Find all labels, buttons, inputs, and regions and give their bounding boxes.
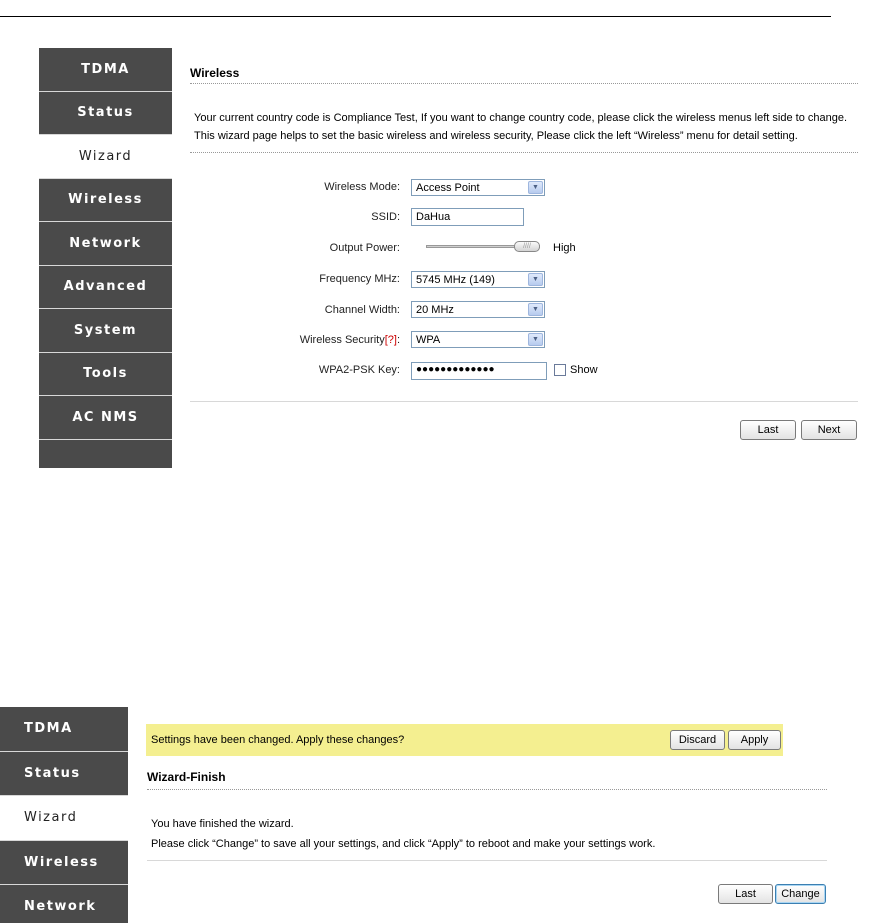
menu-item-wireless[interactable]: Wireless [0, 840, 128, 885]
last-button[interactable]: Last [740, 420, 796, 440]
wireless-security-select[interactable]: WPA ▼ [411, 331, 545, 348]
menu-item-tdma[interactable]: TDMA [0, 707, 128, 752]
menu-item-status[interactable]: Status [39, 91, 172, 135]
menu-item-label: Wizard [78, 148, 133, 164]
frequency-value: 5745 MHz (149) [416, 273, 495, 286]
apply-changes-text: Settings have been changed. Apply these … [151, 734, 405, 746]
wireless-security-label: Wireless Security[?]: [190, 334, 400, 346]
menu-item-label: Wireless [24, 854, 99, 870]
menu-item-label: Wizard [24, 810, 78, 826]
menu-item-status[interactable]: Status [0, 751, 128, 796]
channel-width-select[interactable]: 20 MHz ▼ [411, 301, 545, 318]
menu-item-label: TDMA [81, 61, 130, 77]
wireless-security-label-colon: : [396, 334, 400, 346]
menu-item-label: TDMA [24, 721, 73, 737]
menu-item-label: System [73, 322, 138, 338]
chevron-down-icon: ▼ [528, 273, 543, 286]
wireless-security-label-text: Wireless Security [299, 334, 385, 346]
wireless-mode-label: Wireless Mode: [324, 181, 400, 193]
finish-last-button[interactable]: Last [718, 884, 773, 904]
chevron-down-icon: ▼ [528, 181, 543, 194]
frequency-select[interactable]: 5745 MHz (149) ▼ [411, 271, 545, 288]
wireless-security-value: WPA [416, 333, 441, 346]
menu-item-label: Tools [83, 366, 128, 382]
channel-width-label: Channel Width: [324, 304, 400, 316]
menu-item-system[interactable]: System [39, 309, 172, 353]
wireless-security-help-link[interactable]: [?] [385, 334, 397, 346]
output-power-slider-thumb[interactable]: //// [514, 241, 540, 252]
output-power-label: Output Power: [329, 242, 400, 254]
finish-title: Wizard-Finish [147, 770, 226, 784]
menu-item-tools[interactable]: Tools [39, 352, 172, 396]
grip-icon: //// [523, 243, 531, 250]
menu-item-label: Network [69, 235, 142, 251]
menu-item-advanced[interactable]: Advanced [39, 265, 172, 309]
section-title: Wireless [190, 66, 240, 80]
finish-divider [147, 860, 827, 861]
menu-item-label: Network [24, 899, 97, 915]
finish-message: You have finished the wizard. [151, 818, 294, 830]
wireless-mode-select[interactable]: Access Point ▼ [411, 179, 545, 196]
wizard-help-info: This wizard page helps to set the basic … [194, 130, 798, 142]
menu-filler [39, 439, 172, 468]
chevron-down-icon: ▼ [528, 333, 543, 346]
next-button[interactable]: Next [801, 420, 857, 440]
menu-item-wizard[interactable]: Wizard [0, 796, 128, 841]
show-key-checkbox[interactable] [554, 364, 566, 376]
psk-key-input[interactable]: ●●●●●●●●●●●●● [411, 362, 547, 380]
title-divider [190, 83, 858, 84]
finish-title-divider [147, 789, 827, 790]
change-button[interactable]: Change [775, 884, 826, 904]
ssid-input[interactable] [411, 208, 524, 226]
discard-button[interactable]: Discard [670, 730, 725, 750]
output-power-value: High [553, 242, 576, 254]
ssid-label: SSID: [371, 211, 400, 223]
menu-item-label: Status [77, 105, 134, 121]
menu-item-wireless[interactable]: Wireless [39, 178, 172, 222]
finish-instructions: Please click “Change” to save all your s… [151, 838, 656, 850]
menu-item-label: AC NMS [72, 409, 139, 425]
menu-item-network[interactable]: Network [0, 885, 128, 923]
menu-item-label: Status [24, 765, 81, 781]
page-top-rule [0, 16, 831, 17]
channel-width-value: 20 MHz [416, 303, 454, 316]
frequency-label: Frequency MHz: [319, 273, 400, 285]
menu-item-label: Wireless [68, 192, 143, 208]
menu-item-ac-nms[interactable]: AC NMS [39, 396, 172, 440]
apply-button[interactable]: Apply [728, 730, 781, 750]
show-key-label: Show [570, 364, 598, 376]
psk-key-label: WPA2-PSK Key: [318, 364, 400, 376]
info-divider [190, 152, 858, 153]
wireless-mode-value: Access Point [416, 181, 480, 194]
menu-item-wizard[interactable]: Wizard [39, 135, 172, 179]
sidebar-menu: TDMA Status Wizard Wireless Network Adva… [39, 48, 172, 468]
form-divider [190, 401, 858, 402]
country-code-info: Your current country code is Compliance … [194, 112, 848, 124]
sidebar-menu-finish: TDMA Status Wizard Wireless Network [0, 707, 128, 923]
chevron-down-icon: ▼ [528, 303, 543, 316]
menu-item-network[interactable]: Network [39, 222, 172, 266]
menu-item-tdma[interactable]: TDMA [39, 48, 172, 92]
menu-item-label: Advanced [63, 279, 148, 295]
